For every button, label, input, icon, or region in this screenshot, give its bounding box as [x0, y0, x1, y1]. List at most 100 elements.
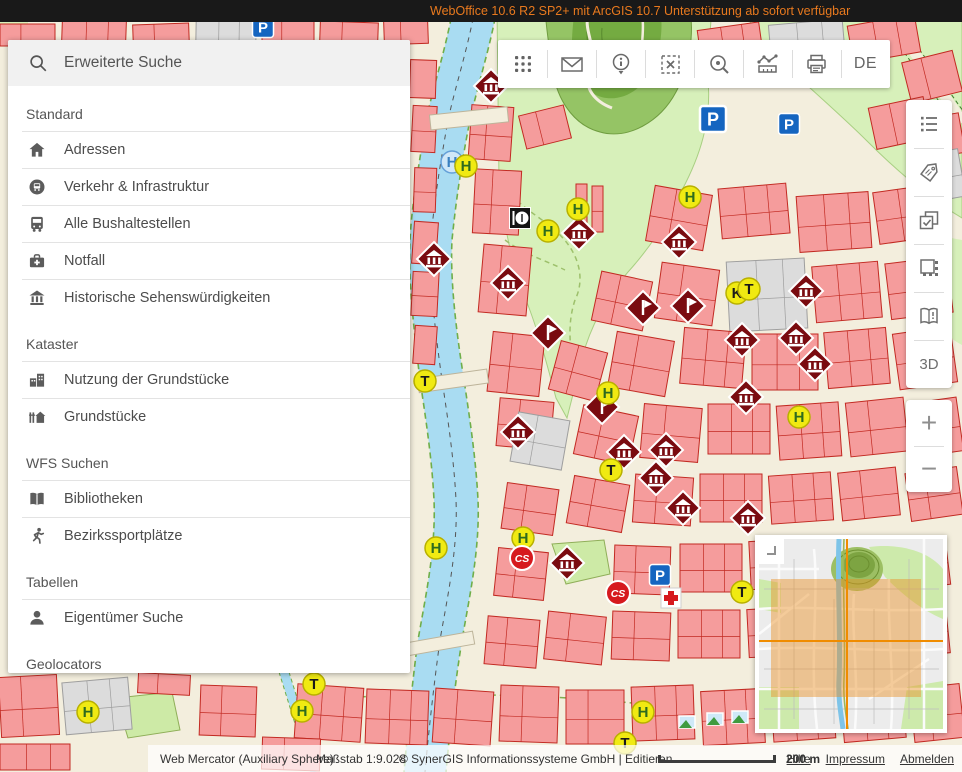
language-button[interactable]: DE [841, 40, 890, 88]
map-marker-citybike[interactable]: CS [510, 546, 534, 570]
home-icon [27, 140, 47, 160]
svg-text:H: H [297, 703, 308, 720]
map-marker-photo[interactable] [707, 713, 723, 725]
results-list-button[interactable] [906, 100, 952, 148]
right-toolbar: 3D [906, 100, 952, 388]
svg-text:H: H [603, 385, 614, 402]
svg-text:H: H [431, 540, 442, 557]
mail-button[interactable] [547, 40, 596, 88]
label-tool-button[interactable] [906, 148, 952, 196]
search-item-eigentuemer[interactable]: Eigentümer Suche [8, 599, 410, 636]
svg-text:H: H [83, 704, 94, 721]
map-marker-taxi[interactable]: T [731, 581, 753, 603]
magnifier-icon [707, 52, 731, 76]
measure-icon [755, 52, 780, 76]
clear-selection-icon [658, 52, 682, 76]
copy-selection-button[interactable] [906, 196, 952, 244]
printer-icon [804, 52, 829, 76]
search-item-bibliotheken[interactable]: Bibliotheken [8, 480, 410, 517]
mail-icon [559, 52, 585, 76]
tag-icon [917, 160, 941, 184]
search-item-adressen[interactable]: Adressen [8, 131, 410, 168]
announcement-text: WebOffice 10.6 R2 SP2+ mit ArcGIS 10.7 U… [430, 4, 850, 18]
svg-text:T: T [744, 281, 753, 298]
zoom-out-button[interactable]: − [906, 446, 952, 492]
map-marker-restaurant[interactable] [510, 208, 531, 229]
search-item-sehenswuerdigkeiten[interactable]: Historische Sehenswürdigkeiten [8, 279, 410, 316]
identify-info-icon [609, 52, 633, 76]
svg-text:H: H [461, 158, 472, 175]
map-toolbar: DE [498, 40, 890, 88]
svg-text:CS: CS [611, 588, 626, 600]
svg-text:H: H [543, 223, 554, 240]
book-icon [27, 489, 47, 509]
map-marker-bus-stop[interactable]: H [77, 701, 99, 723]
map-marker-bus-stop[interactable]: H [632, 701, 654, 723]
map-marker-bus-stop[interactable]: H [597, 382, 619, 404]
map-marker-taxi[interactable]: T [738, 278, 760, 300]
svg-text:T: T [606, 462, 615, 479]
group-label-geolocators: Geolocators [8, 636, 410, 673]
identify-button[interactable] [596, 40, 645, 88]
map-marker-photo[interactable] [732, 711, 748, 723]
apps-grid-icon [511, 52, 535, 76]
measure-button[interactable] [743, 40, 792, 88]
map-marker-bus-stop[interactable]: H [679, 186, 701, 208]
zoom-tool-button[interactable] [694, 40, 743, 88]
svg-text:T: T [420, 373, 429, 390]
map-marker-citybike[interactable]: CS [606, 581, 630, 605]
svg-text:H: H [573, 201, 584, 218]
projection-label: Web Mercator (Auxiliary Sphere) [160, 752, 334, 766]
search-item-notfall[interactable]: Notfall [8, 242, 410, 279]
map-marker-taxi[interactable]: T [414, 370, 436, 392]
search-item-verkehr[interactable]: Verkehr & Infrastruktur [8, 168, 410, 205]
advanced-search-label: Erweiterte Suche [64, 54, 182, 72]
basemap-button[interactable] [906, 244, 952, 292]
impressum-link[interactable]: Impressum [826, 752, 885, 766]
search-item-sportplaetze[interactable]: Bezirkssportplätze [8, 517, 410, 554]
copy-select-icon [917, 208, 941, 232]
help-link[interactable]: Hilfe [787, 752, 811, 766]
map-marker-bus-stop[interactable]: H [567, 198, 589, 220]
map-marker-bus-stop[interactable]: H [291, 700, 313, 722]
zoom-in-button[interactable]: + [906, 400, 952, 446]
basemap-transparency-icon [917, 256, 941, 280]
parcel-icon [27, 407, 47, 427]
copyright-label: © SynerGIS Informationssysteme GmbH | Ed… [399, 752, 682, 766]
map-marker-bus-stop[interactable]: H [425, 537, 447, 559]
search-item-nutzung[interactable]: Nutzung der Grundstücke [8, 361, 410, 398]
zoom-controls: + − [906, 400, 952, 492]
runner-icon [27, 526, 47, 546]
map-marker-taxi[interactable]: T [600, 459, 622, 481]
search-icon [27, 52, 49, 74]
group-label-standard: Standard [8, 86, 410, 131]
group-label-tabellen: Tabellen [8, 554, 410, 599]
map-marker-parking[interactable]: P [650, 565, 671, 586]
advanced-search-header[interactable]: Erweiterte Suche [8, 40, 410, 86]
map-marker-bus-stop[interactable]: H [537, 220, 559, 242]
legend-button[interactable] [906, 292, 952, 340]
group-label-wfs: WFS Suchen [8, 435, 410, 480]
map-marker-bus-stop[interactable]: H [455, 155, 477, 177]
scale-bar [658, 755, 776, 763]
map-marker-bus-stop[interactable]: H [788, 406, 810, 428]
list-icon [917, 112, 941, 136]
apps-menu-button[interactable] [498, 40, 547, 88]
view-3d-label: 3D [919, 356, 938, 373]
search-item-grundstuecke[interactable]: Grundstücke [8, 398, 410, 435]
logout-link[interactable]: Abmelden [900, 752, 954, 766]
announcement-banner: WebOffice 10.6 R2 SP2+ mit ArcGIS 10.7 U… [0, 0, 962, 22]
print-button[interactable] [792, 40, 841, 88]
map-marker-parking[interactable]: P [779, 114, 800, 135]
map-marker-pharmacy[interactable] [661, 588, 681, 608]
map-marker-photo[interactable] [679, 716, 695, 728]
map-marker-parking[interactable]: P [700, 106, 726, 132]
view-3d-button[interactable]: 3D [906, 340, 952, 388]
search-panel: Erweiterte Suche Standard Adressen Verke… [8, 40, 410, 673]
clear-selection-button[interactable] [645, 40, 694, 88]
overview-collapse-button[interactable] [757, 537, 784, 564]
map-marker-taxi[interactable]: T [303, 673, 325, 695]
overview-map[interactable] [755, 535, 947, 733]
search-item-bushaltestellen[interactable]: Alle Bushaltestellen [8, 205, 410, 242]
overview-map-canvas[interactable] [759, 539, 943, 729]
